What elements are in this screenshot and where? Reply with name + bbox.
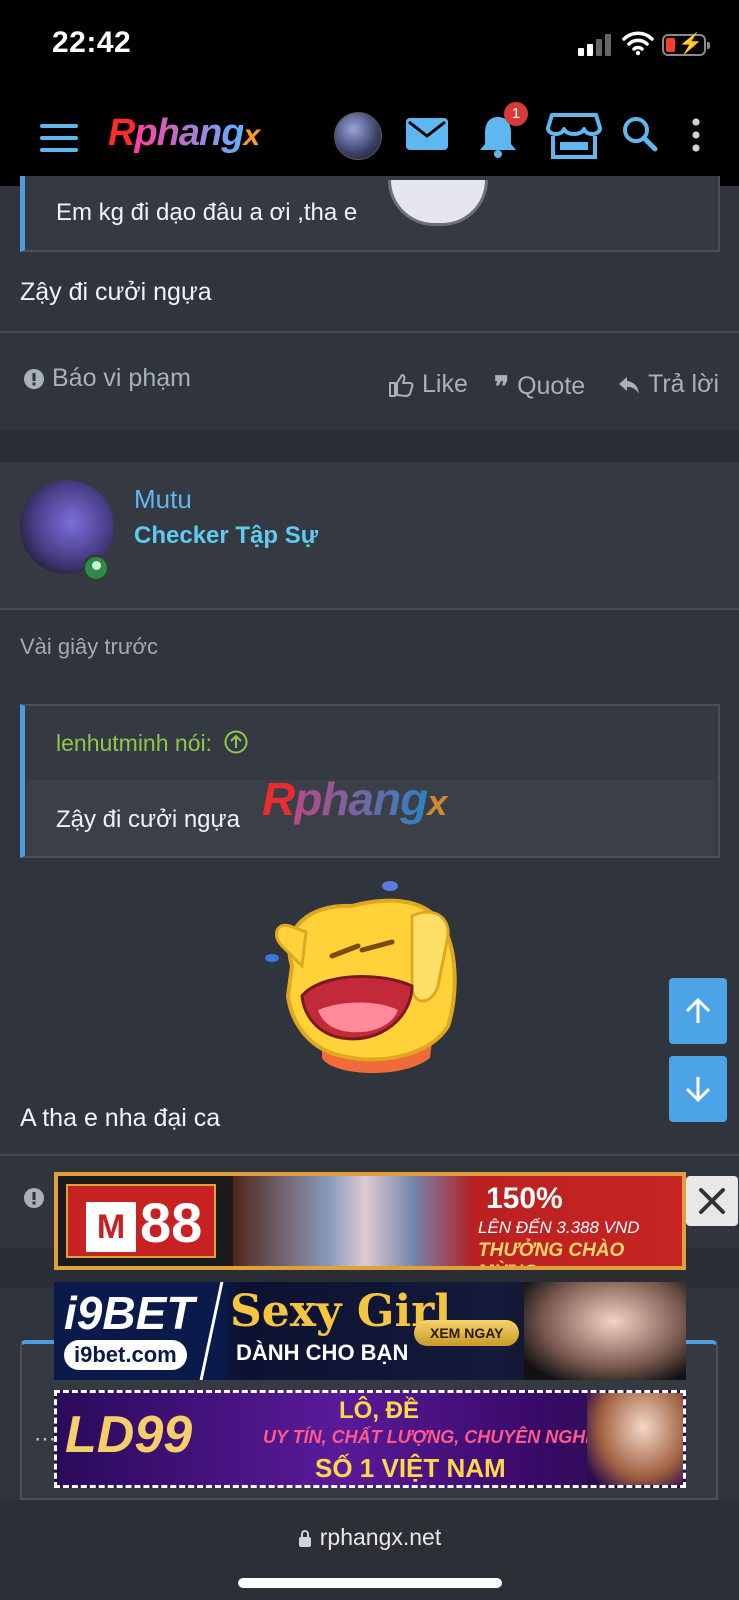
quote-label: Quote <box>517 372 586 400</box>
post2-body-text: A tha e nha đại ca <box>20 1104 221 1132</box>
quote-button[interactable]: ❞ Quote <box>494 370 585 403</box>
home-indicator[interactable] <box>238 1578 502 1588</box>
status-bar: 22:42 ⚡ <box>0 0 739 92</box>
m88-logo-mark: M <box>86 1202 136 1252</box>
ld99-line3: SỐ 1 VIỆT NAM <box>315 1453 506 1483</box>
reply-arrow-icon <box>619 376 639 394</box>
scroll-to-bottom-button[interactable] <box>669 1056 727 1122</box>
browser-url-bar[interactable]: rphangx.net <box>0 1500 739 1600</box>
wifi-icon <box>622 31 654 56</box>
logo-mid: phang <box>134 112 244 154</box>
post2-user-title: Checker Tập Sự <box>134 522 319 549</box>
ad-divider <box>199 1282 224 1380</box>
user-avatar[interactable] <box>334 112 382 160</box>
quote-author-text: lenhutminh nói: <box>56 730 212 756</box>
store-icon[interactable] <box>546 112 602 160</box>
url-text: rphangx.net <box>319 1524 442 1550</box>
watermark-x: x <box>427 782 447 823</box>
mail-icon[interactable] <box>406 118 448 150</box>
ad-model-image <box>587 1393 683 1485</box>
i9bet-domain: i9bet.com <box>64 1340 187 1370</box>
alert-icon <box>24 1188 44 1208</box>
report-label: Báo vi phạm <box>52 364 191 392</box>
like-label: Like <box>422 370 468 398</box>
post2-report-button[interactable] <box>24 1188 44 1208</box>
quote-marks-icon: ❞ <box>494 371 510 402</box>
scroll-to-top-button[interactable] <box>669 978 727 1044</box>
watermark-logo: Rphangx <box>262 772 447 826</box>
arrow-up-icon <box>685 997 711 1023</box>
top-navbar: Rphangx 1 <box>0 92 739 186</box>
watermark-mid: phang <box>294 773 428 825</box>
logo-r: R <box>108 112 135 154</box>
divider <box>0 1154 739 1156</box>
m88-welcome: THƯỞNG CHÀO MỪNG <box>478 1240 625 1266</box>
quote-author[interactable]: lenhutminh nói: <box>56 730 248 757</box>
arrow-up-circle-icon[interactable] <box>224 730 248 754</box>
watermark-r: R <box>262 773 295 825</box>
reply-button[interactable]: Trả lời <box>618 370 719 399</box>
logo-x: x <box>243 119 260 152</box>
i9bet-subheadline: DÀNH CHO BẠN <box>236 1340 409 1365</box>
menu-icon[interactable] <box>40 124 78 152</box>
thumbs-up-icon <box>389 373 414 397</box>
divider <box>0 331 739 333</box>
report-button[interactable]: Báo vi phạm <box>24 364 191 393</box>
i9bet-ad-banner[interactable]: i9BET i9bet.com Sexy Girl DÀNH CHO BẠN X… <box>54 1282 686 1380</box>
ad-model-image <box>524 1282 686 1380</box>
notification-badge: 1 <box>504 102 528 126</box>
post1-reply-text: Zậy đi cưởi ngựa <box>20 278 212 306</box>
post1-quote-text: Em kg đi dạo đâu a ơi ,tha e <box>56 199 358 226</box>
post2-quote-text: Zậy đi cưởi ngựa <box>56 806 240 833</box>
site-logo[interactable]: Rphangx <box>108 112 260 155</box>
ad-close-button[interactable] <box>686 1176 738 1226</box>
m88-logo-text: 88 <box>140 1191 203 1254</box>
reply-label: Trả lời <box>648 370 720 398</box>
m88-logo: M 88 <box>66 1184 216 1258</box>
m88-percent: 150% <box>486 1182 563 1215</box>
ld99-ad-banner[interactable]: LD99 LÔ, ĐỀ UY TÍN, CHẤT LƯỢNG, CHUYÊN N… <box>54 1390 686 1488</box>
m88-ad-banner[interactable]: M 88 150% LÊN ĐẾN 3.388 VND THƯỞNG CHÀO … <box>54 1172 686 1270</box>
like-button[interactable]: Like <box>388 370 468 399</box>
status-time: 22:42 <box>52 26 132 59</box>
i9bet-cta-button[interactable]: XEM NGAY <box>414 1320 520 1346</box>
m88-upto: LÊN ĐẾN 3.388 VND <box>478 1218 640 1237</box>
editor-more-icon[interactable]: ⋯ <box>34 1426 56 1452</box>
laughing-sticker-image <box>265 881 457 1074</box>
i9bet-brand: i9BET <box>64 1287 195 1339</box>
post2-username[interactable]: Mutu <box>134 484 192 515</box>
ld99-line2: UY TÍN, CHẤT LƯỢNG, CHUYÊN NGHIỆP <box>263 1427 615 1447</box>
ld99-brand: LD99 <box>65 1406 193 1464</box>
lock-icon <box>298 1530 311 1547</box>
post2-timestamp[interactable]: Vài giây trước <box>20 634 158 660</box>
close-icon <box>699 1188 725 1214</box>
arrow-down-icon <box>685 1077 711 1103</box>
search-icon[interactable] <box>622 116 658 152</box>
battery-icon: ⚡ <box>662 33 710 56</box>
ld99-line1: LÔ, ĐỀ <box>339 1397 420 1424</box>
online-status-icon <box>82 554 110 582</box>
cellular-signal-icon <box>578 34 614 56</box>
post-separator <box>0 430 739 462</box>
alert-icon <box>24 368 44 389</box>
url-display[interactable]: rphangx.net <box>0 1524 739 1551</box>
more-vertical-icon[interactable] <box>692 118 700 152</box>
divider <box>0 608 739 610</box>
ad-players-image <box>233 1176 473 1266</box>
